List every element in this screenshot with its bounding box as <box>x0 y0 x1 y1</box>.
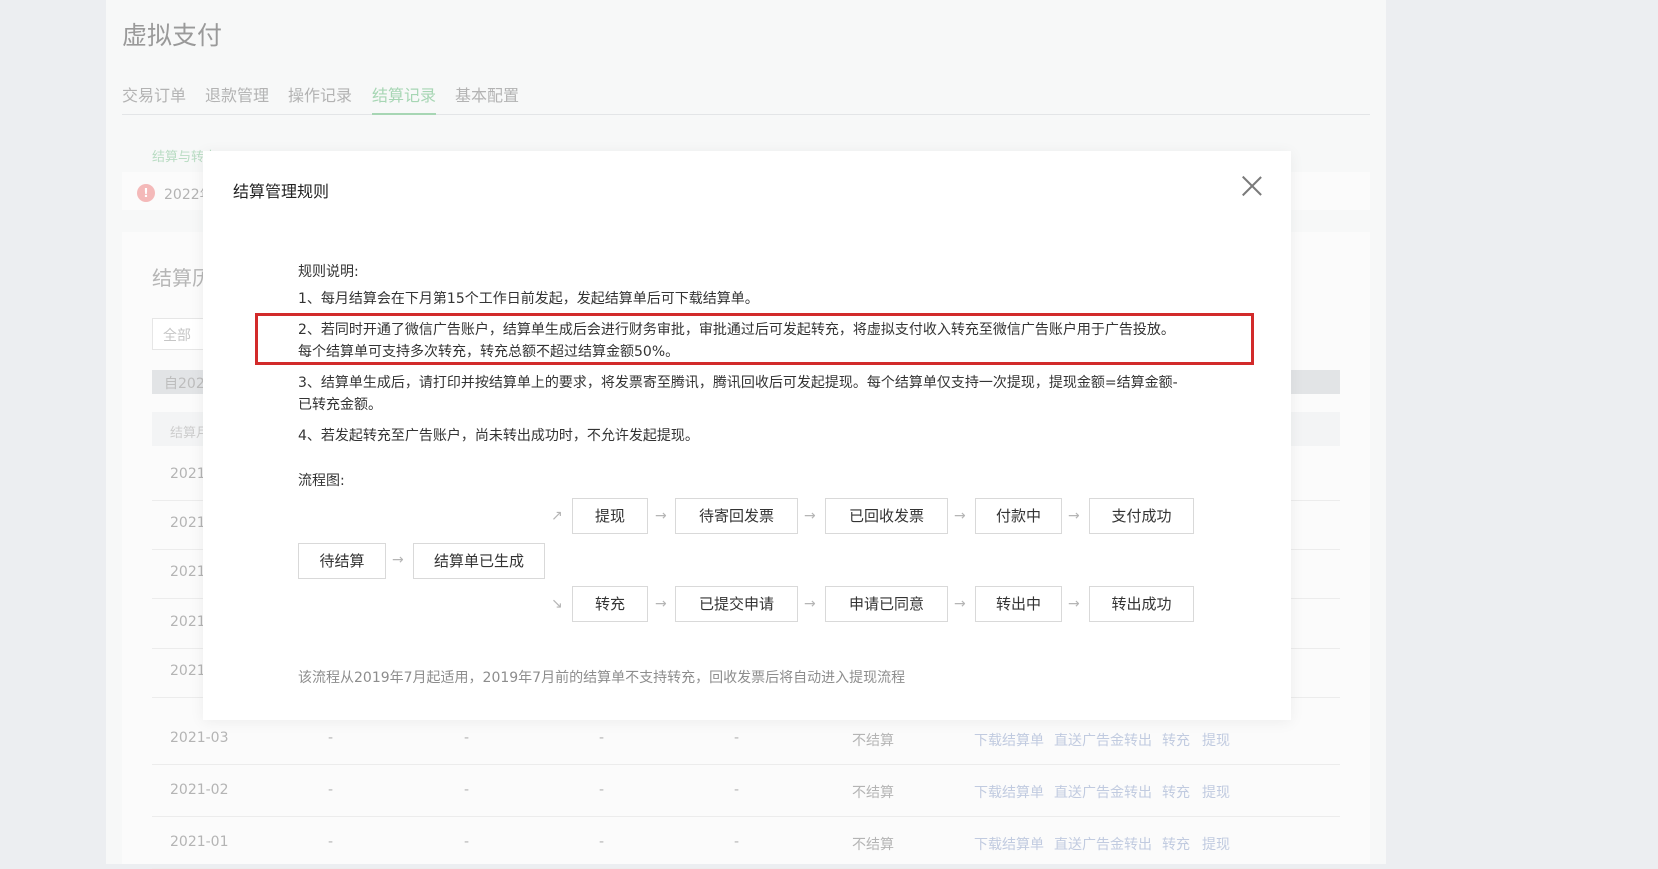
close-icon[interactable] <box>1241 175 1263 197</box>
flow-node-transferred: 转出成功 <box>1089 586 1194 622</box>
arrow-right-icon: → <box>1068 508 1080 524</box>
flow-node-pending: 待结算 <box>298 543 386 579</box>
flow-node-withdraw: 提现 <box>572 498 648 534</box>
rule-item: 1、每月结算会在下月第15个工作日前发起，发起结算单后可下载结算单。 <box>298 291 759 307</box>
arrow-right-icon: → <box>804 596 816 612</box>
arrow-right-icon: → <box>392 552 404 568</box>
flow-node-approved: 申请已同意 <box>825 586 948 622</box>
rule-item: 4、若发起转充至广告账户，尚未转出成功时，不允许发起提现。 <box>298 428 699 444</box>
flow-node-invoice-received: 已回收发票 <box>825 498 948 534</box>
rules-label: 规则说明: <box>298 264 359 280</box>
rule-item: 3、结算单生成后，请打印并按结算单上的要求，将发票寄至腾讯，腾讯回收后可发起提现… <box>298 375 1178 413</box>
arrow-right-icon: → <box>804 508 816 524</box>
flow-node-paying: 付款中 <box>975 498 1062 534</box>
arrow-right-icon: → <box>1068 596 1080 612</box>
flow-node-submitted: 已提交申请 <box>675 586 798 622</box>
arrow-right-icon: → <box>655 596 667 612</box>
arrow-right-icon: → <box>954 596 966 612</box>
highlight-box <box>255 313 1254 365</box>
arrow-right-icon: → <box>954 508 966 524</box>
flow-node-statement-generated: 结算单已生成 <box>413 543 545 579</box>
flow-node-paid: 支付成功 <box>1089 498 1194 534</box>
arrow-right-icon: → <box>655 508 667 524</box>
flow-node-await-invoice: 待寄回发票 <box>675 498 798 534</box>
arrow-up-right-icon: ↗ <box>551 508 563 524</box>
flow-node-transferring: 转出中 <box>975 586 1062 622</box>
settlement-rules-dialog: 结算管理规则 规则说明: 1、每月结算会在下月第15个工作日前发起，发起结算单后… <box>203 151 1291 720</box>
footer-note: 该流程从2019年7月起适用，2019年7月前的结算单不支持转充，回收发票后将自… <box>298 670 906 686</box>
flow-node-recharge: 转充 <box>572 586 648 622</box>
dialog-title: 结算管理规则 <box>233 182 330 201</box>
arrow-down-right-icon: ↘ <box>551 596 563 612</box>
flow-label: 流程图: <box>298 473 345 489</box>
